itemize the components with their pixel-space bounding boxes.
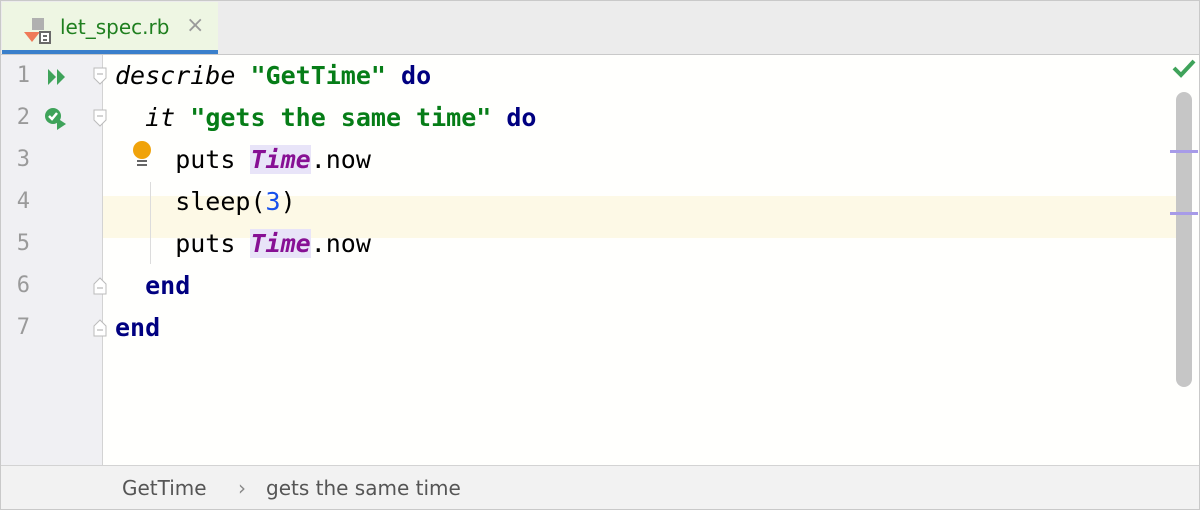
code-token: describe [115,61,236,90]
code-text: puts Time.now [115,139,371,181]
inspection-ok-icon[interactable] [1172,58,1196,78]
code-token: do [506,103,537,132]
code-token: .now [310,229,371,258]
run-test-passed-icon[interactable] [43,106,69,132]
error-stripe-mark[interactable] [1170,150,1198,153]
code-token: 3 [265,187,281,216]
code-text: puts Time.now [115,223,371,265]
breadcrumb-item-test[interactable]: gets the same time [266,476,461,500]
code-token: Time [250,145,311,174]
line-number: 2 [16,105,30,130]
line-number: 7 [16,315,30,340]
code-token: end [115,313,161,342]
close-icon[interactable]: × [186,13,204,38]
code-line[interactable]: 1 describe "GetTime" do [0,55,1170,97]
code-token: "GetTime" [250,61,386,90]
code-token: puts [115,229,251,258]
code-line[interactable]: 7 end [0,307,1170,349]
code-token: it [145,103,176,132]
code-line[interactable]: 4 sleep(3) [0,181,1170,223]
code-token: .now [310,145,371,174]
breadcrumb-item-gettime[interactable]: GetTime [122,476,207,500]
code-token: do [401,61,432,90]
code-line[interactable]: 6 end [0,265,1170,307]
fold-close-icon[interactable] [93,319,107,337]
code-line[interactable]: 5 puts Time.now [0,223,1170,265]
lightbulb-icon[interactable] [131,140,153,168]
code-text: sleep(3) [115,181,296,223]
code-token: end [145,271,191,300]
code-token: sleep( [115,187,266,216]
code-text: describe "GetTime" do [115,55,431,97]
vertical-scrollbar[interactable] [1176,92,1192,387]
code-token: ) [280,187,296,216]
breadcrumb: GetTime › gets the same time [0,465,1200,510]
breadcrumb-separator: › [238,476,246,500]
code-text: it "gets the same time" do [115,97,536,139]
line-number: 4 [16,189,30,214]
line-number: 1 [16,63,30,88]
tab-label: let_spec.rb [60,15,170,39]
fold-open-icon[interactable] [93,67,107,85]
code-token: "gets the same time" [190,103,492,132]
error-stripe-mark[interactable] [1170,212,1198,215]
code-line[interactable]: 2 it "gets the same time" do [0,97,1170,139]
code-text: end [115,307,160,349]
code-text: end [115,265,190,307]
line-number: 3 [16,147,30,172]
code-token: Time [250,229,311,258]
fold-close-icon[interactable] [93,277,107,295]
tab-bar: let_spec.rb × [0,0,1200,55]
line-number: 5 [16,231,30,256]
fold-open-icon[interactable] [93,109,107,127]
run-all-icon[interactable] [46,66,68,88]
code-line[interactable]: 3 puts Time.now [0,139,1170,181]
line-number: 6 [16,273,30,298]
tab-let-spec[interactable]: let_spec.rb × [2,2,218,54]
ruby-test-file-icon [24,18,51,44]
